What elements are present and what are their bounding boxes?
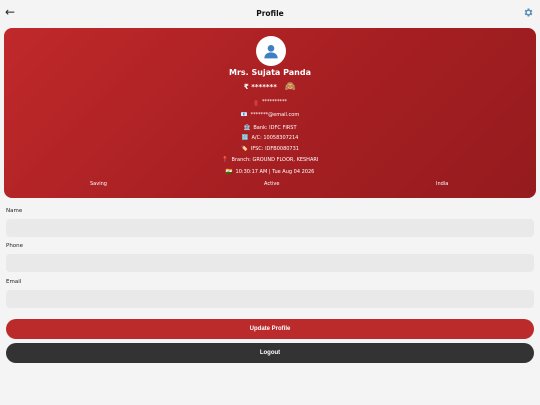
email-input[interactable] xyxy=(6,290,534,308)
account-status: Active xyxy=(264,181,280,187)
account-number: A/C: 10058307214 xyxy=(251,135,299,141)
email-icon: 📧 xyxy=(240,112,248,118)
name-input[interactable] xyxy=(6,219,534,237)
ifsc-code: IFSC: IDFB0080731 xyxy=(250,146,299,152)
app-header: ← Profile xyxy=(0,0,540,26)
email-line: 📧 *******@email.com xyxy=(4,112,536,119)
numbers-icon: 🔢 xyxy=(241,135,249,141)
tag-icon: 🏷️ xyxy=(241,146,248,152)
balance-masked: ₹ ******* xyxy=(243,83,277,91)
email-masked: *******@email.com xyxy=(250,112,300,118)
account-line: 🔢 A/C: 10058307214 xyxy=(4,135,536,142)
phone-label: Phone xyxy=(6,243,24,249)
balance-row: ₹ ******* 🙈 xyxy=(4,82,536,92)
account-summary: Saving Active India xyxy=(4,181,536,191)
update-profile-button[interactable]: Update Profile xyxy=(6,319,534,339)
gear-icon xyxy=(524,7,532,17)
back-arrow-icon[interactable]: ← xyxy=(5,4,19,20)
settings-button[interactable] xyxy=(521,5,535,19)
datetime: 10:30:17 AM | Tue Aug 04 2026 xyxy=(235,169,315,175)
page-title: Profile xyxy=(256,8,284,18)
ifsc-line: 🏷️ IFSC: IDFB0080731 xyxy=(4,146,536,153)
phone-line: ********** xyxy=(4,99,536,106)
branch-name: Branch: GROUND FLOOR, KESHARI xyxy=(231,157,319,163)
name-label: Name xyxy=(6,208,23,214)
logout-button[interactable]: Logout xyxy=(6,343,534,363)
bank-icon: 🏦 xyxy=(243,125,251,131)
account-type: Saving xyxy=(90,181,107,187)
profile-card: Mrs. Sujata Panda ₹ ******* 🙈 **********… xyxy=(4,28,536,198)
phone-input[interactable] xyxy=(6,254,534,272)
pin-icon: 📍 xyxy=(221,157,229,163)
phone-masked: ********** xyxy=(262,99,287,105)
phone-icon xyxy=(254,99,258,106)
avatar xyxy=(256,36,286,66)
profile-name: Mrs. Sujata Panda xyxy=(229,68,311,77)
datetime-line: 🇮🇳 10:30:17 AM | Tue Aug 04 2026 xyxy=(4,169,536,176)
hide-balance-toggle-icon[interactable]: 🙈 xyxy=(285,82,296,92)
email-label: Email xyxy=(6,279,22,285)
bank-line: 🏦 Bank: IDFC FIRST xyxy=(4,125,536,132)
country: India xyxy=(436,181,449,187)
india-flag-icon: 🇮🇳 xyxy=(225,169,233,175)
user-icon xyxy=(264,45,278,59)
bank-name: Bank: IDFC FIRST xyxy=(253,125,297,131)
branch-line: 📍 Branch: GROUND FLOOR, KESHARI xyxy=(4,157,536,164)
